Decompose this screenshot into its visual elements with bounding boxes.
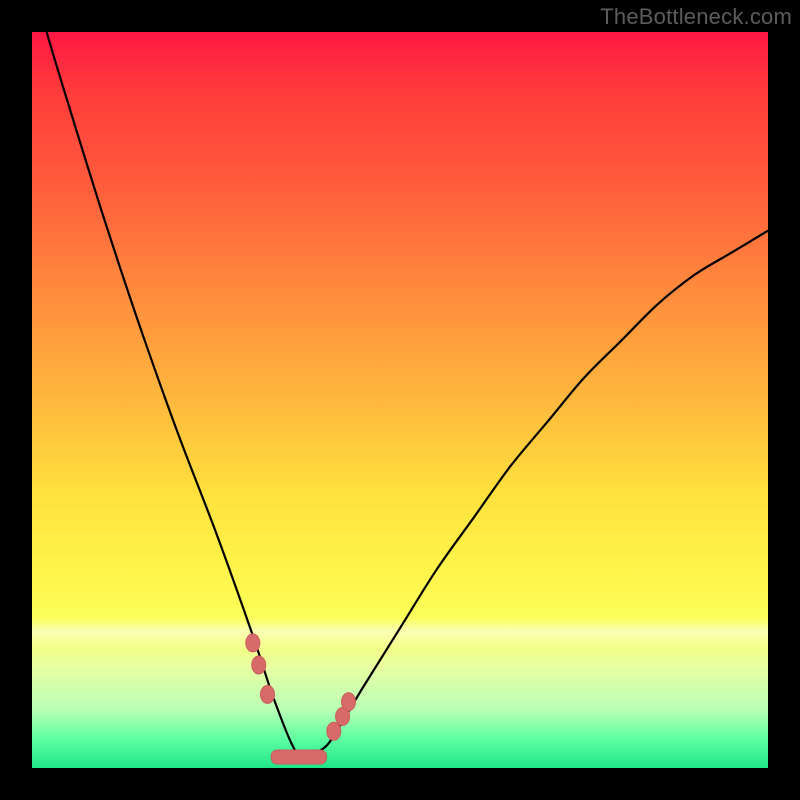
outer-frame: TheBottleneck.com [0,0,800,800]
valley-highlight [271,750,326,764]
curve-marker [327,722,341,740]
plot-area [32,32,768,768]
watermark-text: TheBottleneck.com [600,4,792,30]
marker-group [246,634,356,740]
bottleneck-chart [32,32,768,768]
curve-marker [261,685,275,703]
curve-marker [252,656,266,674]
curve-marker [342,693,356,711]
bottleneck-curve [32,0,768,757]
curve-marker [246,634,260,652]
